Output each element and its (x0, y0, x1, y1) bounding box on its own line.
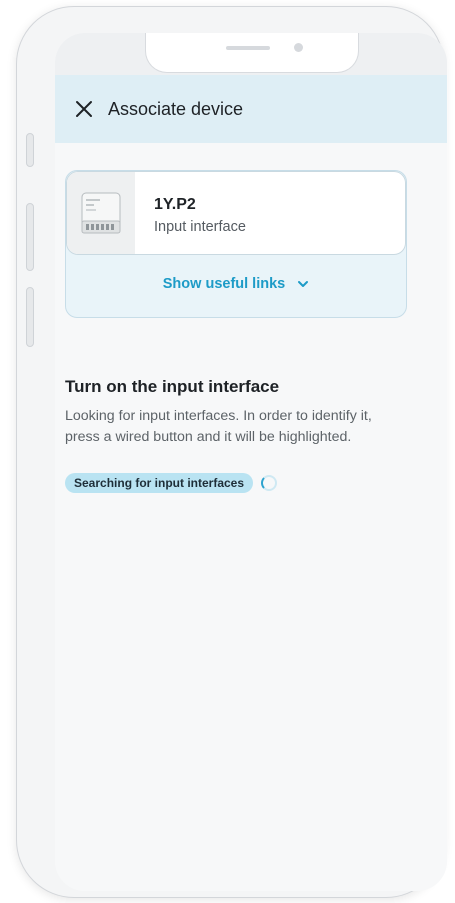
spinner-icon (261, 475, 278, 491)
search-status: Searching for input interfaces (65, 473, 278, 493)
chevron-down-icon (297, 278, 309, 290)
main-content: 1Y.P2 Input interface Show useful links … (55, 143, 447, 891)
section-description: Looking for input interfaces. In order t… (65, 408, 372, 445)
device-type: Input interface (154, 219, 246, 235)
notch (145, 33, 359, 73)
device-name: 1Y.P2 (154, 196, 196, 213)
show-useful-links-label: Show useful links (162, 276, 286, 292)
device-thumbnail (67, 172, 135, 254)
section-title: Turn on the input interface (65, 377, 280, 396)
phone-frame: Associate device 1Y.P2 Input interface S… (16, 6, 447, 898)
device-module-icon (81, 192, 121, 234)
page-title: Associate device (108, 98, 244, 119)
close-icon (76, 101, 92, 117)
show-useful-links-button[interactable]: Show useful links (66, 267, 406, 301)
status-area (55, 33, 447, 75)
mute-switch (26, 133, 34, 167)
status-badge: Searching for input interfaces (65, 473, 254, 493)
volume-up-button (26, 203, 34, 271)
close-button[interactable] (69, 94, 99, 124)
app-header: Associate device (55, 75, 447, 143)
phone-screen: Associate device 1Y.P2 Input interface S… (55, 33, 447, 891)
speaker-icon (226, 46, 270, 50)
volume-down-button (26, 287, 34, 347)
device-card: 1Y.P2 Input interface Show useful links (65, 170, 407, 318)
camera-icon (294, 43, 303, 52)
device-info: 1Y.P2 Input interface (66, 171, 406, 255)
